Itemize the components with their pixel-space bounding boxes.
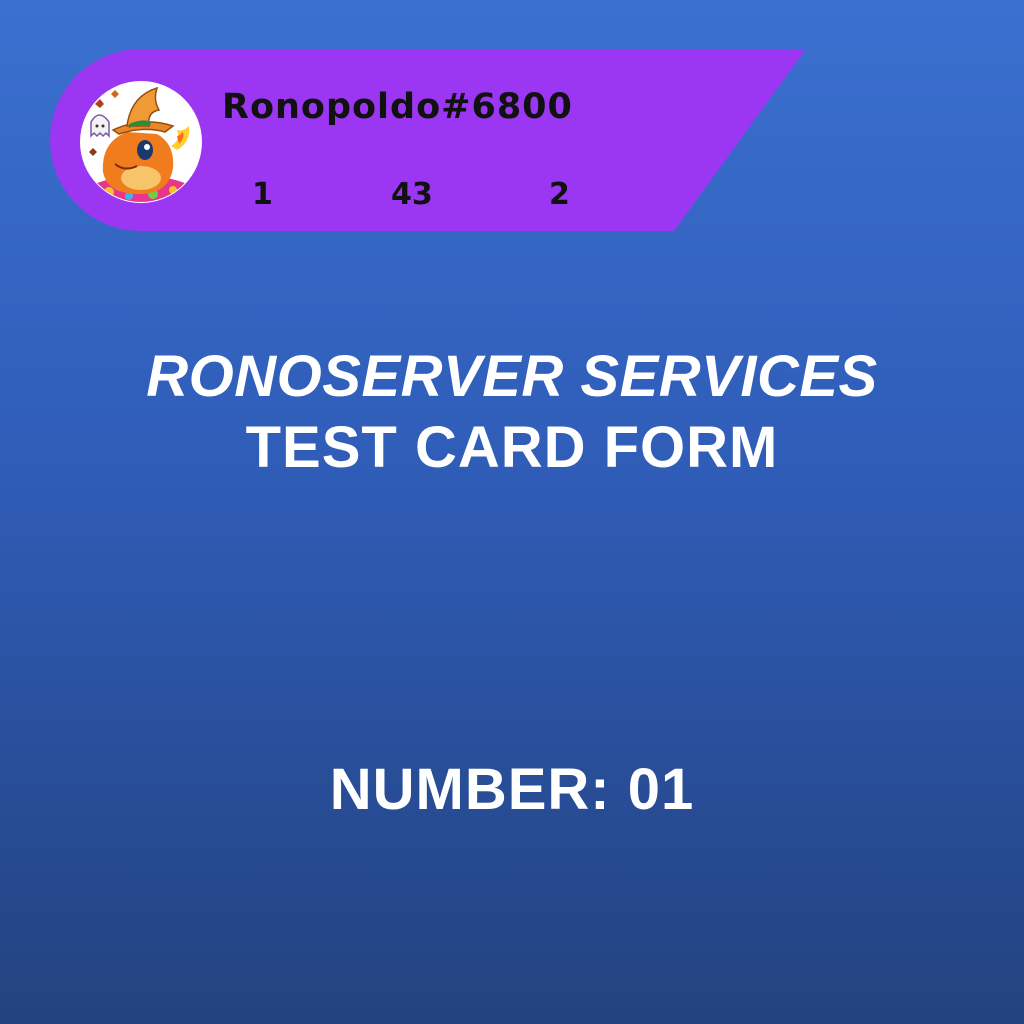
card-title: RONOSERVER SERVICES xyxy=(146,344,878,409)
profile-banner: Ronopoldo#6800 1 43 2 xyxy=(50,49,806,231)
avatar[interactable] xyxy=(79,80,203,204)
card-number: NUMBER: 01 xyxy=(329,757,695,822)
stat-value: 2 xyxy=(549,177,570,212)
username: Ronopoldo#6800 xyxy=(222,87,573,127)
stat-value: 1 xyxy=(252,177,273,212)
charmander-witch-avatar-icon xyxy=(80,81,202,203)
stat-value: 43 xyxy=(391,177,433,212)
card-subtitle: TEST CARD FORM xyxy=(245,415,779,480)
